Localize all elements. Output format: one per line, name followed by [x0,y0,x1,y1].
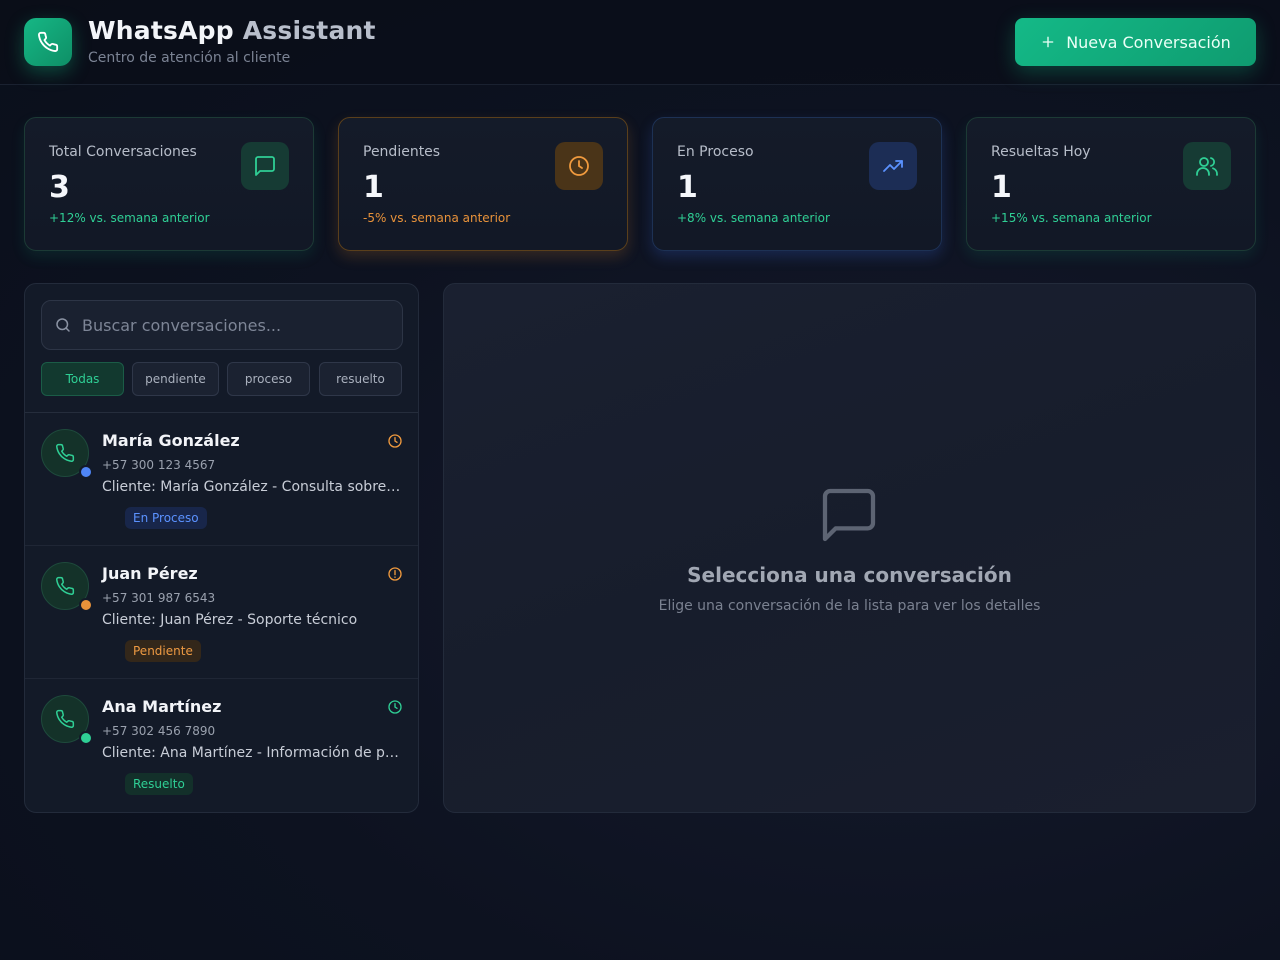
alert-circle-icon [387,566,403,586]
empty-state-title: Selecciona una conversación [687,563,1012,587]
stat-card-total: Total Conversaciones 3 +12% vs. semana a… [24,117,314,251]
empty-state-subtitle: Elige una conversación de la lista para … [658,598,1041,614]
clock-icon [387,699,403,719]
list-item[interactable]: María González +57 300 123 4567 Cliente:… [25,413,418,546]
stat-label: Resueltas Hoy [991,144,1091,160]
filter-pendiente[interactable]: pendiente [132,362,219,396]
stat-value: 1 [991,170,1012,205]
status-badge: Resuelto [125,773,193,795]
contact-name: María González [102,431,240,450]
message-preview: Cliente: María González - Consulta sobre… [102,479,404,495]
phone-icon [56,576,75,595]
contact-phone: +57 302 456 7890 [102,724,216,738]
phone-icon [56,709,75,728]
conversation-detail-panel: Selecciona una conversación Elige una co… [443,283,1256,813]
status-dot [79,731,93,745]
stat-label: Total Conversaciones [49,144,197,160]
message-square-icon [817,483,881,551]
list-item[interactable]: Juan Pérez +57 301 987 6543 Cliente: Jua… [25,546,418,679]
search-input[interactable] [82,301,392,349]
stat-card-pending: Pendientes 1 -5% vs. semana anterior [338,117,628,251]
stat-change: +15% vs. semana anterior [991,211,1152,225]
status-dot [79,598,93,612]
stat-value: 3 [49,170,70,205]
status-badge: En Proceso [125,507,207,529]
app-title-part1: WhatsApp [88,16,234,45]
clock-icon [387,433,403,453]
stat-change: +8% vs. semana anterior [677,211,830,225]
status-dot [79,465,93,479]
stat-change: +12% vs. semana anterior [49,211,210,225]
stat-change: -5% vs. semana anterior [363,211,511,225]
contact-name: Juan Pérez [102,564,198,583]
users-icon [1183,142,1231,190]
contact-phone: +57 300 123 4567 [102,458,216,472]
message-preview: Cliente: Juan Pérez - Soporte técnico [102,612,358,628]
stat-label: En Proceso [677,144,754,160]
filter-resuelto[interactable]: resuelto [319,362,402,396]
filter-todas[interactable]: Todas [41,362,124,396]
message-preview: Cliente: Ana Martínez - Información de p… [102,745,404,761]
stat-card-in-progress: En Proceso 1 +8% vs. semana anterior [652,117,942,251]
trending-up-icon [869,142,917,190]
stat-label: Pendientes [363,144,441,160]
app-header: WhatsApp Assistant Centro de atención al… [0,0,1280,85]
plus-icon [1042,36,1054,48]
search-icon [54,316,72,338]
app-title-part2: Assistant [242,16,376,45]
stat-value: 1 [677,170,698,205]
clock-icon [555,142,603,190]
phone-icon [24,18,72,66]
list-item[interactable]: Ana Martínez +57 302 456 7890 Cliente: A… [25,679,418,812]
message-icon [241,142,289,190]
stat-value: 1 [363,170,384,205]
app-subtitle: Centro de atención al cliente [88,50,291,66]
conversation-list-panel: Todas pendiente proceso resuelto María G… [24,283,419,813]
filter-proceso[interactable]: proceso [227,362,310,396]
contact-name: Ana Martínez [102,697,222,716]
status-badge: Pendiente [125,640,201,662]
app-title: WhatsApp Assistant [88,16,376,45]
new-conversation-label: Nueva Conversación [1066,32,1231,52]
contact-phone: +57 301 987 6543 [102,591,216,605]
new-conversation-button[interactable]: Nueva Conversación [1015,18,1256,66]
stat-card-resolved: Resueltas Hoy 1 +15% vs. semana anterior [966,117,1256,251]
search-box [41,300,403,350]
phone-icon [56,443,75,462]
